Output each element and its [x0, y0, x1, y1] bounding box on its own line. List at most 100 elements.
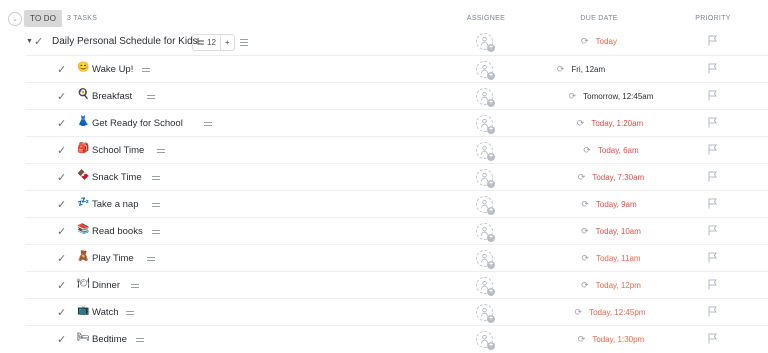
task-title[interactable]: Play Time [92, 253, 134, 264]
flag-icon[interactable] [708, 63, 718, 74]
description-icon [146, 257, 155, 263]
task-title[interactable]: Wake Up! [92, 64, 133, 75]
column-header-priority[interactable]: PRIORITY [695, 15, 730, 22]
task-title[interactable]: Breakfast [92, 91, 132, 102]
check-icon[interactable]: ✓ [57, 225, 66, 238]
check-icon[interactable]: ✓ [57, 171, 66, 184]
flag-icon[interactable] [708, 225, 718, 236]
flag-icon[interactable] [708, 198, 718, 209]
flag-icon[interactable] [708, 252, 718, 263]
repeat-icon: ⟳ [577, 172, 586, 182]
add-subtask-button[interactable]: + [219, 35, 234, 50]
task-emoji: 😊 [77, 62, 90, 73]
check-icon[interactable]: ✓ [57, 63, 66, 76]
check-icon[interactable]: ✓ [57, 306, 66, 319]
check-icon[interactable]: ✓ [57, 198, 66, 211]
collapse-group-icon[interactable]: ⌄ [8, 11, 22, 26]
subtask-row[interactable]: ✓ 😊 Wake Up! + ⟳ Fri, 12am [25, 55, 768, 83]
assignee-add-icon[interactable]: + [476, 33, 495, 52]
flag-icon[interactable] [708, 35, 718, 46]
caret-down-icon[interactable]: ▼ [26, 38, 33, 45]
task-title[interactable]: Daily Personal Schedule for Kids [52, 36, 198, 47]
status-badge[interactable]: TO DO [24, 10, 63, 27]
assignee-add-icon[interactable]: + [476, 277, 495, 296]
check-icon[interactable]: ✓ [57, 90, 66, 103]
subtask-row[interactable]: ✓ 🍽 Dinner + ⟳ Today, 12pm [25, 271, 768, 299]
description-icon [141, 68, 150, 74]
assignee-add-icon[interactable]: + [476, 88, 495, 107]
flag-icon[interactable] [708, 90, 718, 101]
repeat-icon: ⟳ [581, 226, 589, 236]
task-emoji: 🍫 [77, 170, 90, 181]
flag-icon[interactable] [708, 117, 718, 128]
column-header-due-date[interactable]: DUE DATE [580, 15, 617, 22]
due-date[interactable]: ⟳ Today [581, 36, 617, 47]
task-title[interactable]: Watch [92, 307, 119, 318]
check-icon[interactable]: ✓ [57, 117, 66, 130]
task-title[interactable]: Read books [92, 226, 143, 237]
description-icon [152, 176, 160, 182]
due-date[interactable]: ⟳ Today, 1:30pm [578, 334, 644, 345]
due-date[interactable]: ⟳ Fri, 12am [557, 64, 605, 75]
due-date[interactable]: ⟳ Tomorrow, 12:45am [569, 91, 654, 102]
subtask-row[interactable]: ✓ 🎒 School Time + ⟳ Today, 6am [25, 136, 768, 164]
assignee-add-icon[interactable]: + [476, 331, 495, 350]
flag-icon[interactable] [708, 279, 718, 290]
check-icon[interactable]: ✓ [34, 35, 43, 48]
subtask-row[interactable]: ✓ 💤 Take a nap + ⟳ Today, 9am [25, 190, 768, 218]
assignee-add-icon[interactable]: + [476, 61, 495, 80]
subtask-row[interactable]: ✓ 📚 Read books + ⟳ Today, 10am [25, 217, 768, 245]
subtask-icon [197, 38, 204, 45]
repeat-icon: ⟳ [583, 145, 591, 155]
repeat-icon: ⟳ [574, 307, 583, 317]
subtask-row[interactable]: ✓ 🍳 Breakfast + ⟳ Tomorrow, 12:45am [25, 82, 768, 110]
subtask-count[interactable]: 12 [193, 35, 220, 50]
due-date[interactable]: ⟳ Today, 6am [583, 145, 638, 156]
description-icon [152, 230, 160, 236]
task-title[interactable]: Get Ready for School [92, 118, 183, 129]
flag-icon[interactable] [708, 171, 718, 182]
task-title[interactable]: Take a nap [92, 199, 138, 210]
flag-icon[interactable] [708, 144, 718, 155]
assignee-add-icon[interactable]: + [476, 169, 495, 188]
description-icon [204, 122, 212, 128]
subtask-row[interactable]: ✓ 🍫 Snack Time + ⟳ Today, 7:30am [25, 163, 768, 191]
column-header-assignee[interactable]: ASSIGNEE [467, 15, 505, 22]
due-date[interactable]: ⟳ Today, 1:20am [577, 118, 643, 129]
flag-icon[interactable] [708, 306, 718, 317]
assignee-add-icon[interactable]: + [476, 196, 495, 215]
check-icon[interactable]: ✓ [57, 333, 66, 346]
subtask-counter[interactable]: 12 + [192, 34, 235, 51]
subtask-row[interactable]: ✓ 📺 Watch + ⟳ Today, 12:45pm [25, 298, 768, 326]
assignee-add-icon[interactable]: + [476, 250, 495, 269]
description-icon [240, 39, 248, 48]
check-icon[interactable]: ✓ [57, 144, 66, 157]
assignee-add-icon[interactable]: + [476, 304, 495, 323]
assignee-add-icon[interactable]: + [476, 142, 495, 161]
subtask-row[interactable]: ✓ 🛏 Bedtime + ⟳ Today, 1:30pm [25, 325, 768, 353]
subtask-row[interactable]: ✓ 🧸 Play Time + ⟳ Today, 11am [25, 244, 768, 272]
subtask-row[interactable]: ✓ 👗 Get Ready for School + ⟳ Today, 1:20am [25, 109, 768, 137]
assignee-add-icon[interactable]: + [476, 223, 495, 242]
due-date[interactable]: ⟳ Today, 10am [581, 226, 641, 237]
due-date[interactable]: ⟳ Today, 11am [581, 253, 640, 264]
parent-task-row[interactable]: ▼ ✓ Daily Personal Schedule for Kids 12 … [0, 28, 768, 55]
due-date[interactable]: ⟳ Today, 12:45pm [575, 307, 646, 318]
description-icon [126, 311, 134, 317]
repeat-icon: ⟳ [568, 91, 577, 101]
task-title[interactable]: Bedtime [92, 334, 127, 345]
repeat-icon: ⟳ [581, 253, 589, 263]
due-date[interactable]: ⟳ Today, 12pm [581, 280, 641, 291]
task-title[interactable]: Snack Time [92, 172, 142, 183]
task-title[interactable]: School Time [92, 145, 144, 156]
due-date[interactable]: ⟳ Today, 9am [581, 199, 636, 210]
check-icon[interactable]: ✓ [57, 252, 66, 265]
due-date[interactable]: ⟳ Today, 7:30am [578, 172, 644, 183]
description-icon [152, 203, 160, 209]
task-title[interactable]: Dinner [92, 280, 120, 291]
repeat-icon: ⟳ [581, 199, 589, 209]
task-emoji: 🧸 [77, 251, 90, 262]
assignee-add-icon[interactable]: + [476, 115, 495, 134]
flag-icon[interactable] [708, 333, 718, 344]
check-icon[interactable]: ✓ [57, 279, 66, 292]
